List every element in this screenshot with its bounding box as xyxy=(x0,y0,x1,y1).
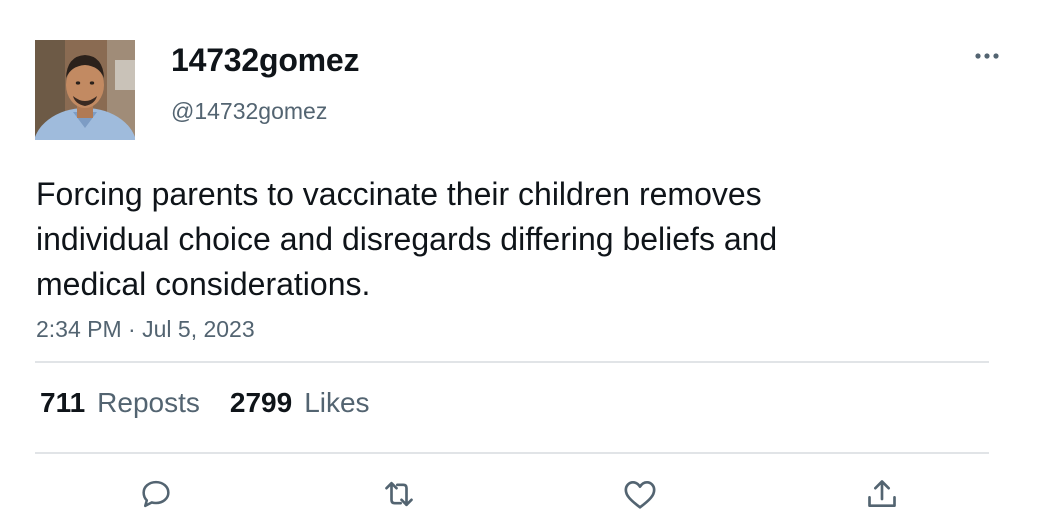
share-icon xyxy=(868,480,896,507)
avatar[interactable] xyxy=(35,40,135,140)
likes-count: 2799 xyxy=(229,387,293,418)
tweet-text-line: medical considerations. xyxy=(36,266,371,302)
like-button[interactable] xyxy=(620,474,660,514)
display-name[interactable]: 14732gomez xyxy=(171,42,360,79)
likes-stat[interactable]: 2799 Likes xyxy=(230,387,370,419)
likes-label: Likes xyxy=(304,387,370,418)
share-button[interactable] xyxy=(862,474,902,514)
avatar-photo xyxy=(35,40,135,140)
tweet-text-line: individual choice and disregards differi… xyxy=(36,221,778,257)
heart-icon xyxy=(624,481,656,509)
reposts-label: Reposts xyxy=(97,387,200,418)
tweet-date: Jul 5, 2023 xyxy=(142,316,255,342)
tweet-stats: 711 Reposts 2799 Likes xyxy=(40,387,400,419)
tweet-timestamp[interactable]: 2:34 PM · Jul 5, 2023 xyxy=(36,316,255,343)
repost-button[interactable] xyxy=(379,474,419,514)
reposts-count: 711 xyxy=(40,387,86,418)
tweet-text: Forcing parents to vaccinate their child… xyxy=(36,172,936,307)
user-handle[interactable]: @14732gomez xyxy=(171,98,327,125)
more-horizontal-icon[interactable] xyxy=(970,46,1004,66)
divider xyxy=(35,452,989,454)
timestamp-separator: · xyxy=(128,316,136,342)
reposts-stat[interactable]: 711 Reposts xyxy=(40,387,200,419)
tweet-time: 2:34 PM xyxy=(36,316,122,342)
reply-button[interactable] xyxy=(136,474,176,514)
repost-icon xyxy=(385,481,413,507)
divider xyxy=(35,361,989,363)
tweet-text-line: Forcing parents to vaccinate their child… xyxy=(36,176,762,212)
reply-icon xyxy=(142,480,170,508)
